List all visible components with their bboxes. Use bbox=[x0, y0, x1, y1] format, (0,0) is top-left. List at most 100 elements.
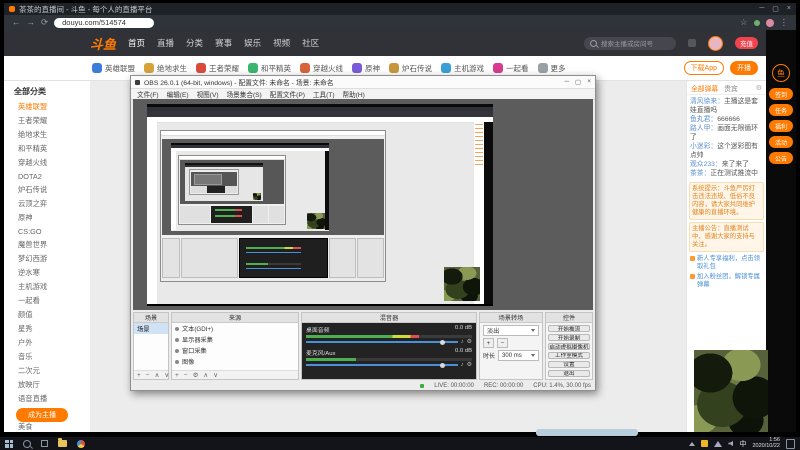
channel-settings-gear-icon[interactable]: ⚙ bbox=[467, 362, 472, 368]
download-app-button[interactable]: 下载App bbox=[683, 61, 724, 75]
obs-preview[interactable] bbox=[133, 99, 593, 310]
quick-category-item[interactable]: 和平精英 bbox=[248, 63, 291, 74]
quick-category-item[interactable]: 炉石传说 bbox=[389, 63, 432, 74]
obs-menu-item[interactable]: 配置文件(P) bbox=[270, 89, 305, 99]
obs-control-button[interactable]: 开始推流 bbox=[548, 325, 590, 333]
nav-item[interactable]: 视频 bbox=[273, 37, 290, 49]
remove-scene-icon[interactable]: − bbox=[146, 372, 150, 379]
message-icon[interactable] bbox=[688, 39, 696, 47]
obs-menu-item[interactable]: 场景集合(S) bbox=[227, 89, 262, 99]
sidebar-item[interactable]: CS:GO bbox=[4, 225, 90, 238]
scene-down-icon[interactable]: ∨ bbox=[164, 371, 169, 379]
volume-slider[interactable]: ♪ ⚙ bbox=[306, 339, 472, 345]
window-minimize-button[interactable]: ─ bbox=[759, 5, 764, 13]
source-item[interactable]: 文本(GDI+) bbox=[172, 323, 298, 334]
duration-spinner[interactable]: 300 ms bbox=[498, 350, 539, 361]
rail-pill-button[interactable]: 任务 bbox=[769, 104, 793, 116]
remove-transition-button[interactable]: − bbox=[497, 338, 508, 348]
visibility-eye-icon[interactable] bbox=[175, 326, 179, 331]
chat-username[interactable]: 路人甲 bbox=[690, 125, 717, 132]
controls-dock-title[interactable]: 控件 bbox=[546, 313, 592, 323]
quick-category-item[interactable]: 原神 bbox=[352, 63, 380, 74]
browser-profile-avatar[interactable] bbox=[765, 18, 774, 27]
visibility-eye-icon[interactable] bbox=[175, 348, 179, 353]
user-avatar[interactable] bbox=[708, 35, 723, 51]
chat-username[interactable]: 鱼丸君 bbox=[690, 116, 717, 123]
slider-track[interactable] bbox=[306, 362, 458, 368]
sidebar-item[interactable]: 二次元 bbox=[4, 364, 90, 378]
chat-username[interactable]: 清风徐来 bbox=[690, 98, 724, 105]
quick-category-item[interactable]: 主机游戏 bbox=[441, 63, 484, 74]
obs-menu-item[interactable]: 帮助(H) bbox=[343, 89, 365, 99]
sidebar-item[interactable]: 星秀 bbox=[4, 322, 90, 336]
transition-select[interactable]: 淡出 bbox=[483, 325, 539, 336]
bookmark-star-icon[interactable]: ☆ bbox=[740, 18, 748, 27]
obs-control-button[interactable]: 开始录制 bbox=[548, 333, 590, 342]
sidebar-item[interactable]: 户外 bbox=[4, 336, 90, 350]
obs-menu-item[interactable]: 工具(T) bbox=[313, 89, 335, 99]
source-item[interactable]: 窗口采集 bbox=[172, 345, 298, 356]
recharge-button[interactable]: 充值 bbox=[735, 37, 758, 49]
obs-maximize-button[interactable]: ▢ bbox=[575, 78, 581, 86]
window-close-button[interactable]: × bbox=[787, 5, 791, 13]
remove-source-icon[interactable]: − bbox=[184, 372, 188, 379]
browser-app-icon[interactable] bbox=[77, 439, 85, 448]
chat-username[interactable]: 小迷彩 bbox=[690, 143, 717, 150]
file-explorer-icon[interactable] bbox=[58, 438, 67, 447]
source-properties-icon[interactable]: ⚙ bbox=[193, 371, 199, 379]
sidebar-item[interactable]: 放映厅 bbox=[4, 378, 90, 392]
chat-username[interactable]: 观众233 bbox=[690, 161, 722, 168]
nav-item[interactable]: 赛事 bbox=[215, 37, 232, 49]
sidebar-item[interactable]: 梦幻西游 bbox=[4, 252, 90, 266]
speaker-icon[interactable]: ♪ bbox=[461, 339, 464, 345]
stream-camo-thumbnail[interactable] bbox=[694, 350, 768, 432]
obs-control-button[interactable]: 设置 bbox=[548, 360, 590, 369]
chat-tab[interactable]: 贵宾 bbox=[724, 83, 738, 93]
sidebar-item[interactable]: 云顶之弈 bbox=[4, 197, 90, 211]
sidebar-item[interactable]: DOTA2 bbox=[4, 170, 90, 183]
obs-control-button[interactable]: 退出 bbox=[548, 369, 590, 378]
extension-icon[interactable] bbox=[753, 19, 760, 26]
source-down-icon[interactable]: ∨ bbox=[213, 371, 218, 379]
chat-settings-gear-icon[interactable]: ⚙ bbox=[756, 84, 762, 92]
obs-menu-item[interactable]: 文件(F) bbox=[137, 89, 159, 99]
sidebar-item[interactable]: 音乐 bbox=[4, 350, 90, 364]
rail-logo-badge[interactable]: 鱼 bbox=[772, 64, 790, 82]
volume-icon[interactable] bbox=[728, 440, 734, 447]
sidebar-item[interactable]: 主机游戏 bbox=[4, 280, 90, 294]
refresh-icon[interactable]: ⟳ bbox=[41, 18, 48, 27]
window-maximize-button[interactable]: ▢ bbox=[772, 5, 779, 13]
chat-promo-link[interactable]: 加入粉丝团，解锁专属弹幕 bbox=[687, 272, 766, 290]
quick-category-item[interactable]: 英雄联盟 bbox=[92, 63, 135, 74]
site-logo[interactable]: 斗鱼 bbox=[90, 34, 116, 53]
nav-item[interactable]: 娱乐 bbox=[244, 37, 261, 49]
mixer-dock-title[interactable]: 混音器 bbox=[302, 313, 476, 323]
slider-track[interactable] bbox=[306, 339, 458, 345]
browser-menu-icon[interactable]: ⋮ bbox=[780, 18, 789, 27]
sidebar-item[interactable]: 魔兽世界 bbox=[4, 238, 90, 252]
taskbar-search-icon[interactable] bbox=[23, 439, 31, 448]
sidebar-item[interactable]: 炉石传说 bbox=[4, 183, 90, 197]
ime-indicator[interactable]: 中 bbox=[739, 439, 746, 449]
scene-up-icon[interactable]: ∧ bbox=[155, 371, 160, 379]
scene-item[interactable]: 场景 bbox=[134, 323, 168, 334]
visibility-eye-icon[interactable] bbox=[175, 337, 179, 342]
nav-item[interactable]: 首页 bbox=[128, 37, 145, 49]
add-source-icon[interactable]: + bbox=[175, 372, 179, 379]
notification-center-icon[interactable] bbox=[786, 438, 795, 449]
url-bar[interactable]: douyu.com/514574 bbox=[54, 17, 155, 28]
task-view-icon[interactable] bbox=[41, 440, 48, 447]
scenes-dock-title[interactable]: 场景 bbox=[134, 313, 168, 323]
nav-item[interactable]: 直播 bbox=[157, 37, 174, 49]
nav-item[interactable]: 社区 bbox=[302, 37, 319, 49]
rail-pill-button[interactable]: 签到 bbox=[769, 88, 793, 100]
sidebar-item[interactable]: 颜值 bbox=[4, 308, 90, 322]
quick-category-item[interactable]: 王者荣耀 bbox=[196, 63, 239, 74]
become-streamer-button[interactable]: 成为主播 bbox=[16, 408, 68, 422]
chat-tab[interactable]: 全部弹幕 bbox=[691, 83, 718, 93]
source-item[interactable]: 图像 bbox=[172, 356, 298, 367]
rail-pill-button[interactable]: 活动 bbox=[769, 136, 793, 148]
visibility-eye-icon[interactable] bbox=[175, 359, 179, 364]
rail-pill-button[interactable]: 福利 bbox=[769, 120, 793, 132]
rail-pill-button[interactable]: 公告 bbox=[769, 152, 793, 164]
